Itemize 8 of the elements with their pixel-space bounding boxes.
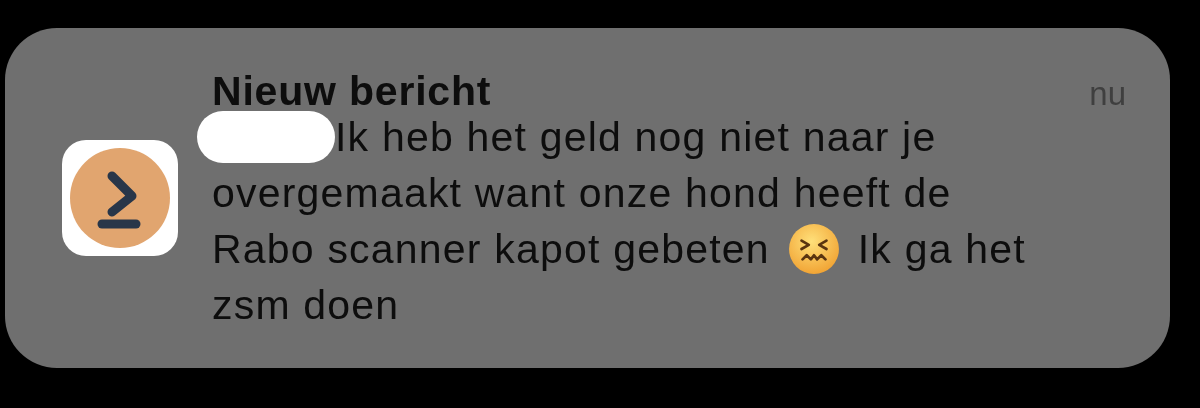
message-text: overgemaakt want onze hond heeft de — [212, 169, 952, 218]
confounded-face-icon — [787, 223, 840, 275]
notification-title: Nieuw bericht — [212, 68, 492, 115]
app-icon — [62, 140, 178, 256]
message-text: Ik heb het geld nog niet naar je — [335, 113, 937, 162]
message-text: Ik ga het — [857, 225, 1026, 274]
message-text: Rabo scanner kapot gebeten — [212, 225, 770, 274]
message-text: zsm doen — [212, 281, 400, 330]
